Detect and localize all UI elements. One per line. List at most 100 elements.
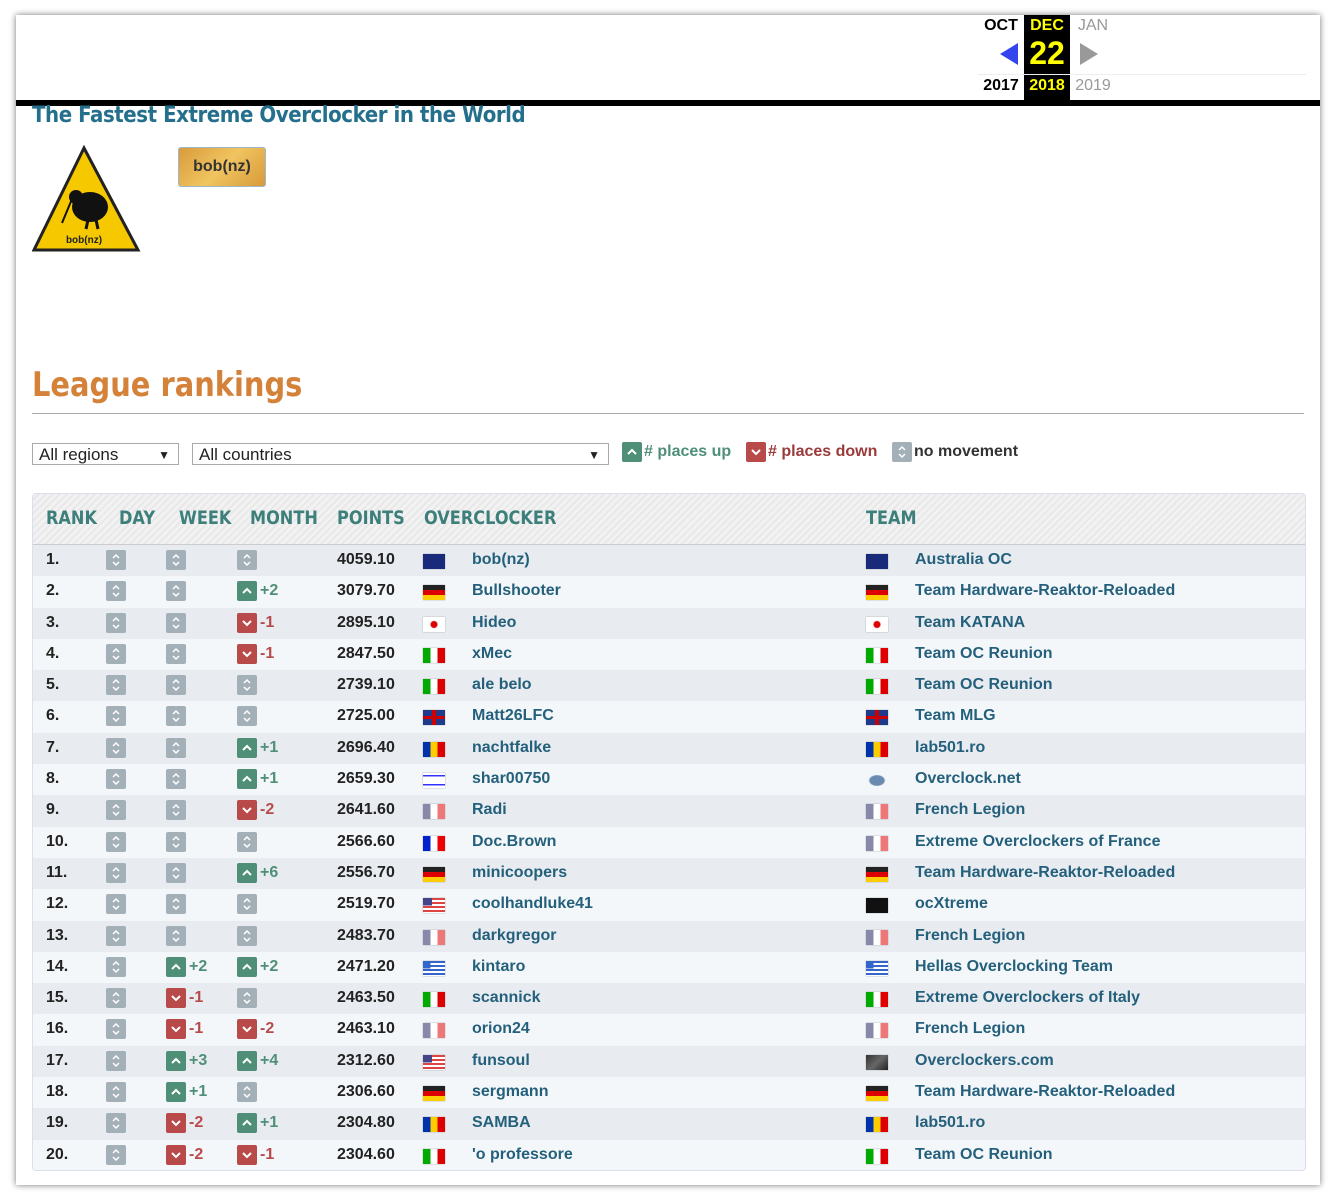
col-points[interactable]: POINTS bbox=[337, 507, 405, 529]
month-change: -1 bbox=[260, 644, 275, 662]
arrow-up-icon bbox=[166, 1082, 186, 1103]
no-movement-icon bbox=[106, 1113, 126, 1134]
no-movement-icon bbox=[166, 737, 186, 758]
col-day[interactable]: DAY bbox=[119, 507, 155, 529]
day-movement bbox=[106, 862, 129, 883]
no-movement-icon bbox=[166, 800, 186, 821]
arrow-down-icon bbox=[237, 643, 257, 664]
country-flag-icon bbox=[423, 585, 445, 601]
rank: 4. bbox=[46, 644, 60, 662]
overclocker-link[interactable]: 'o professore bbox=[472, 1146, 573, 1164]
team-link[interactable]: French Legion bbox=[915, 801, 1025, 819]
next-arrow-icon bbox=[1080, 43, 1098, 65]
team-link[interactable]: French Legion bbox=[915, 1020, 1025, 1038]
col-overclocker[interactable]: OVERCLOCKER bbox=[424, 507, 556, 529]
overclocker-link[interactable]: Matt26LFC bbox=[472, 707, 554, 725]
team-link[interactable]: Australia OC bbox=[915, 551, 1012, 569]
team-link[interactable]: lab501.ro bbox=[915, 1114, 985, 1132]
day-movement bbox=[106, 894, 129, 915]
team-link[interactable]: Team Hardware-Reaktor-Reloaded bbox=[915, 582, 1175, 600]
team-link[interactable]: Hellas Overclocking Team bbox=[915, 958, 1113, 976]
team-link[interactable]: Extreme Overclockers of France bbox=[915, 833, 1160, 851]
winner-name-button[interactable]: bob(nz) bbox=[178, 147, 266, 187]
team-link[interactable]: Team OC Reunion bbox=[915, 676, 1053, 694]
team-link[interactable]: ocXtreme bbox=[915, 895, 988, 913]
team-flag-icon bbox=[866, 616, 888, 632]
overclocker-link[interactable]: xMec bbox=[472, 645, 512, 663]
current-year: 2018 bbox=[1029, 77, 1065, 94]
prev-month[interactable]: OCT bbox=[978, 17, 1024, 35]
team-link[interactable]: Team OC Reunion bbox=[915, 645, 1053, 663]
overclocker-link[interactable]: SAMBA bbox=[472, 1114, 531, 1132]
month-movement: -1 bbox=[237, 1144, 274, 1165]
table-row: 19. -2 +1 2304.80 SAMBA lab501.ro bbox=[33, 1108, 1305, 1140]
team-link[interactable]: lab501.ro bbox=[915, 739, 985, 757]
no-movement-icon bbox=[237, 675, 257, 696]
table-body: 1. 4059.10 bob(nz) Australia OC 2. +2 3079.70 B… bbox=[33, 545, 1305, 1170]
month-change: +4 bbox=[260, 1051, 279, 1069]
week-change: -2 bbox=[189, 1114, 204, 1132]
arrow-up-icon bbox=[237, 769, 257, 790]
week-movement: -2 bbox=[166, 1113, 204, 1134]
overclocker-link[interactable]: funsoul bbox=[472, 1052, 530, 1070]
table-header: RANK DAY WEEK MONTH POINTS OVERCLOCKER T… bbox=[33, 494, 1305, 545]
overclocker-link[interactable]: Radi bbox=[472, 801, 507, 819]
month-movement: +6 bbox=[237, 862, 278, 883]
team-link[interactable]: Team Hardware-Reaktor-Reloaded bbox=[915, 864, 1175, 882]
arrow-up-icon bbox=[237, 956, 257, 977]
next-month: JAN bbox=[1077, 17, 1109, 34]
month-movement bbox=[237, 831, 260, 852]
col-month[interactable]: MONTH bbox=[250, 507, 318, 529]
month-change: +1 bbox=[260, 1114, 279, 1132]
overclocker-link[interactable]: darkgregor bbox=[472, 927, 556, 945]
section-title: League rankings bbox=[32, 365, 303, 405]
table-row: 11. +6 2556.70 minicoopers Team Hardware-Rea… bbox=[33, 857, 1305, 890]
overclocker-link[interactable]: nachtfalke bbox=[472, 739, 551, 757]
country-select[interactable]: All countries ▼ bbox=[192, 443, 609, 465]
overclocker-link[interactable]: bob(nz) bbox=[472, 551, 530, 569]
overclocker-link[interactable]: ale belo bbox=[472, 676, 532, 694]
region-select[interactable]: All regions ▼ bbox=[32, 443, 179, 465]
team-link[interactable]: Team KATANA bbox=[915, 614, 1025, 632]
team-link[interactable]: Team OC Reunion bbox=[915, 1146, 1053, 1164]
month-movement: -2 bbox=[237, 1019, 274, 1040]
team-link[interactable]: Extreme Overclockers of Italy bbox=[915, 989, 1140, 1007]
overclocker-link[interactable]: kintaro bbox=[472, 958, 525, 976]
rank: 10. bbox=[46, 832, 69, 850]
no-movement-icon bbox=[166, 862, 186, 883]
col-team[interactable]: TEAM bbox=[866, 507, 917, 529]
team-link[interactable]: Overclock.net bbox=[915, 770, 1021, 788]
overclocker-link[interactable]: minicoopers bbox=[472, 864, 567, 882]
table-row: 4. -1 2847.50 xMec Team OC Reunion bbox=[33, 638, 1305, 671]
day-movement bbox=[106, 675, 129, 696]
team-link[interactable]: Team MLG bbox=[915, 707, 996, 725]
prev-date[interactable]: OCT 2017 bbox=[978, 15, 1024, 100]
overclocker-link[interactable]: scannick bbox=[472, 989, 540, 1007]
overclocker-link[interactable]: coolhandluke41 bbox=[472, 895, 593, 913]
no-movement-icon bbox=[106, 1082, 126, 1103]
col-rank[interactable]: RANK bbox=[46, 507, 97, 529]
no-movement-icon bbox=[106, 1019, 126, 1040]
team-link[interactable]: French Legion bbox=[915, 927, 1025, 945]
rank: 7. bbox=[46, 738, 60, 756]
overclocker-link[interactable]: sergmann bbox=[472, 1083, 548, 1101]
overclocker-link[interactable]: shar00750 bbox=[472, 770, 550, 788]
week-movement bbox=[166, 675, 189, 696]
tagline: The Fastest Extreme Overclocker in the W… bbox=[32, 103, 526, 128]
legend-none: no movement bbox=[892, 442, 1018, 462]
prev-arrow-icon[interactable] bbox=[1000, 43, 1018, 65]
day-movement bbox=[106, 612, 129, 633]
overclocker-link[interactable]: Hideo bbox=[472, 614, 516, 632]
team-link[interactable]: Team Hardware-Reaktor-Reloaded bbox=[915, 1083, 1175, 1101]
arrow-up-icon bbox=[237, 737, 257, 758]
col-week[interactable]: WEEK bbox=[179, 507, 231, 529]
overclocker-link[interactable]: orion24 bbox=[472, 1020, 530, 1038]
week-movement: -1 bbox=[166, 988, 203, 1009]
team-link[interactable]: Overclockers.com bbox=[915, 1052, 1054, 1070]
svg-text:bob(nz): bob(nz) bbox=[66, 235, 102, 246]
rank: 18. bbox=[46, 1083, 69, 1101]
overclocker-link[interactable]: Doc.Brown bbox=[472, 833, 556, 851]
overclocker-link[interactable]: Bullshooter bbox=[472, 582, 561, 600]
no-movement-icon bbox=[237, 831, 257, 852]
prev-year[interactable]: 2017 bbox=[978, 77, 1024, 95]
